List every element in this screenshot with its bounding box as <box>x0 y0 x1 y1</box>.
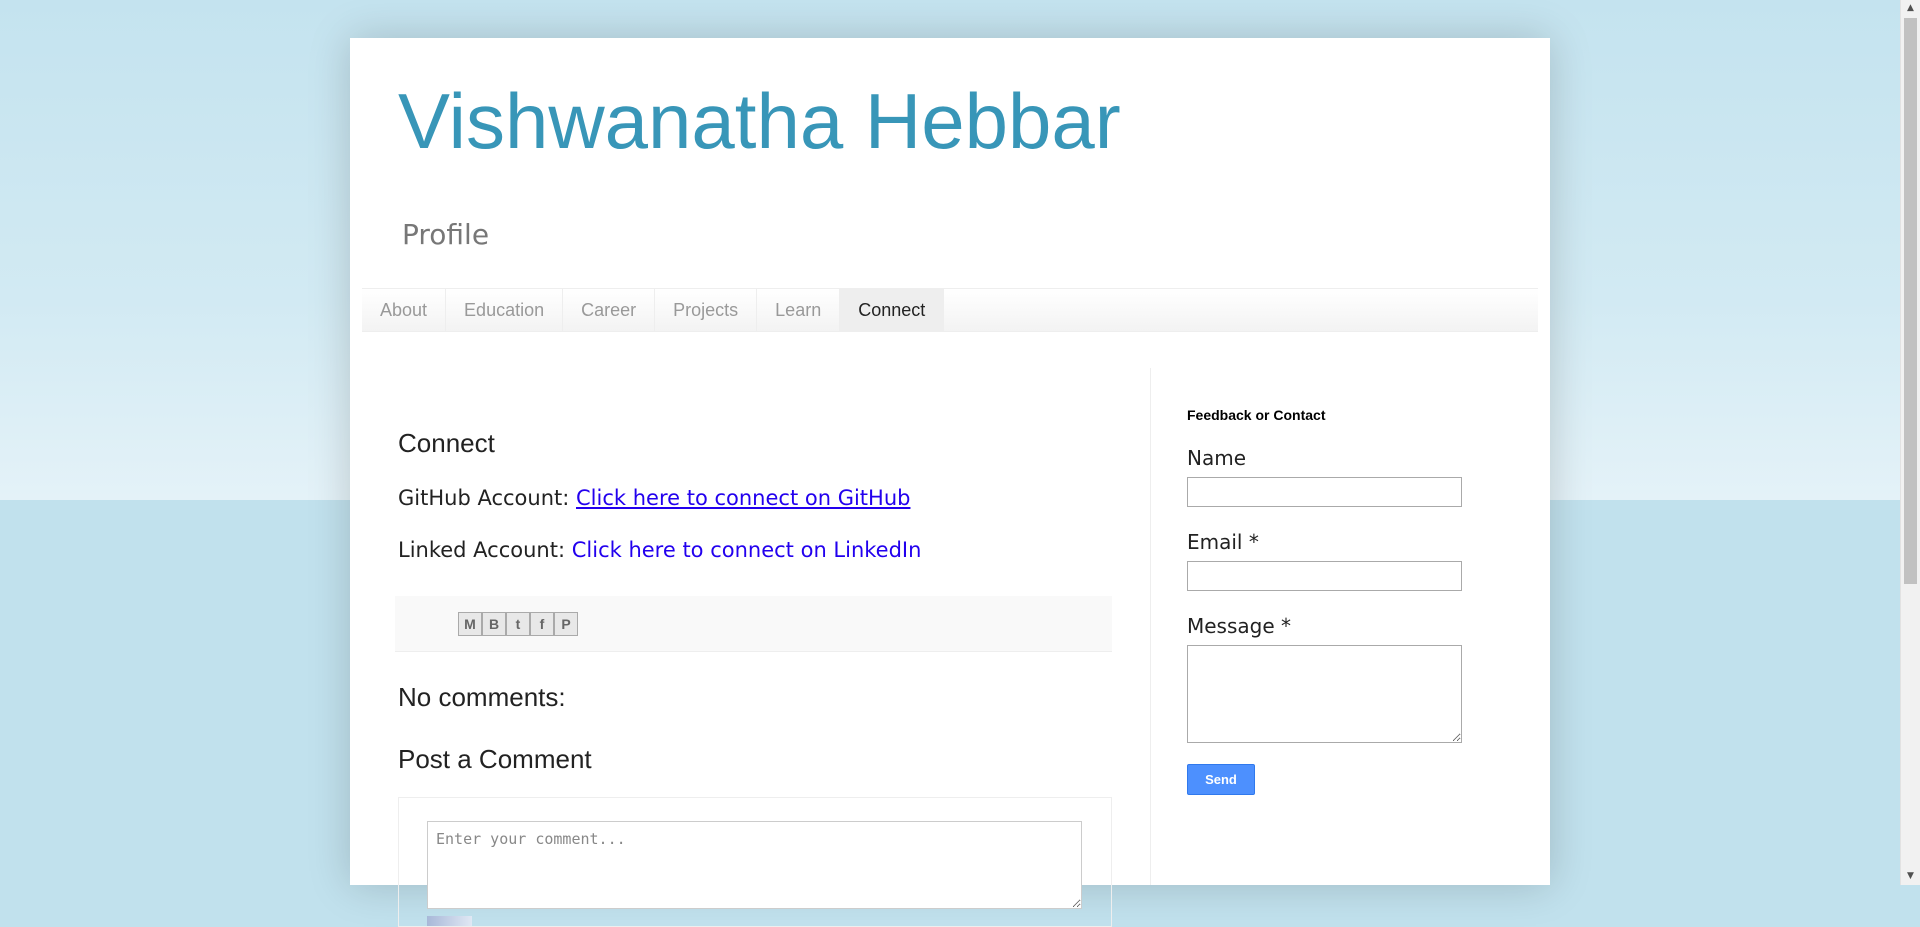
email-label: Email * <box>1187 530 1259 554</box>
twitter-icon[interactable]: t <box>506 612 530 636</box>
github-line: GitHub Account: Click here to connect on… <box>398 486 910 510</box>
email-field[interactable] <box>1187 561 1462 591</box>
pages-tab-bar: About Education Career Projects Learn Co… <box>362 288 1538 332</box>
message-label: Message * <box>1187 614 1292 638</box>
contact-widget-title: Feedback or Contact <box>1187 407 1326 423</box>
vertical-scrollbar[interactable]: ▲ ▼ <box>1900 0 1920 885</box>
tab-learn[interactable]: Learn <box>757 289 841 331</box>
send-button[interactable]: Send <box>1187 764 1255 795</box>
linkedin-label: Linked Account: <box>398 538 572 562</box>
post-footer-share-bar: M B t f P <box>395 596 1112 652</box>
comment-form <box>398 797 1112 927</box>
tab-about[interactable]: About <box>362 289 447 331</box>
post-comment-heading: Post a Comment <box>398 744 592 774</box>
github-link[interactable]: Click here to connect on GitHub <box>576 486 910 510</box>
tab-career[interactable]: Career <box>563 289 656 331</box>
blogger-icon[interactable]: B <box>482 612 506 636</box>
sidebar-divider <box>1150 368 1151 885</box>
name-field[interactable] <box>1187 477 1462 507</box>
comments-count: No comments: <box>398 682 566 712</box>
github-label: GitHub Account: <box>398 486 576 510</box>
linkedin-line: Linked Account: Click here to connect on… <box>398 538 921 562</box>
blog-page: Vishwanatha Hebbar Profile About Educati… <box>350 38 1550 927</box>
scrollbar-thumb[interactable] <box>1904 18 1917 584</box>
tab-connect[interactable]: Connect <box>840 289 945 331</box>
comment-input[interactable] <box>427 821 1082 909</box>
name-label: Name <box>1187 446 1247 470</box>
pinterest-icon[interactable]: P <box>554 612 578 636</box>
email-icon[interactable]: M <box>458 612 482 636</box>
blog-description: Profile <box>402 218 490 251</box>
message-field[interactable] <box>1187 645 1462 743</box>
tab-education[interactable]: Education <box>446 289 564 331</box>
share-buttons: M B t f P <box>458 612 578 636</box>
commenter-avatar <box>427 916 472 926</box>
scroll-down-icon[interactable]: ▼ <box>1901 868 1920 885</box>
scroll-up-icon[interactable]: ▲ <box>1901 0 1920 17</box>
blog-title[interactable]: Vishwanatha Hebbar <box>398 76 1121 167</box>
tab-projects[interactable]: Projects <box>655 289 758 331</box>
post-title: Connect <box>398 428 495 458</box>
linkedin-link[interactable]: Click here to connect on LinkedIn <box>572 538 922 562</box>
facebook-icon[interactable]: f <box>530 612 554 636</box>
